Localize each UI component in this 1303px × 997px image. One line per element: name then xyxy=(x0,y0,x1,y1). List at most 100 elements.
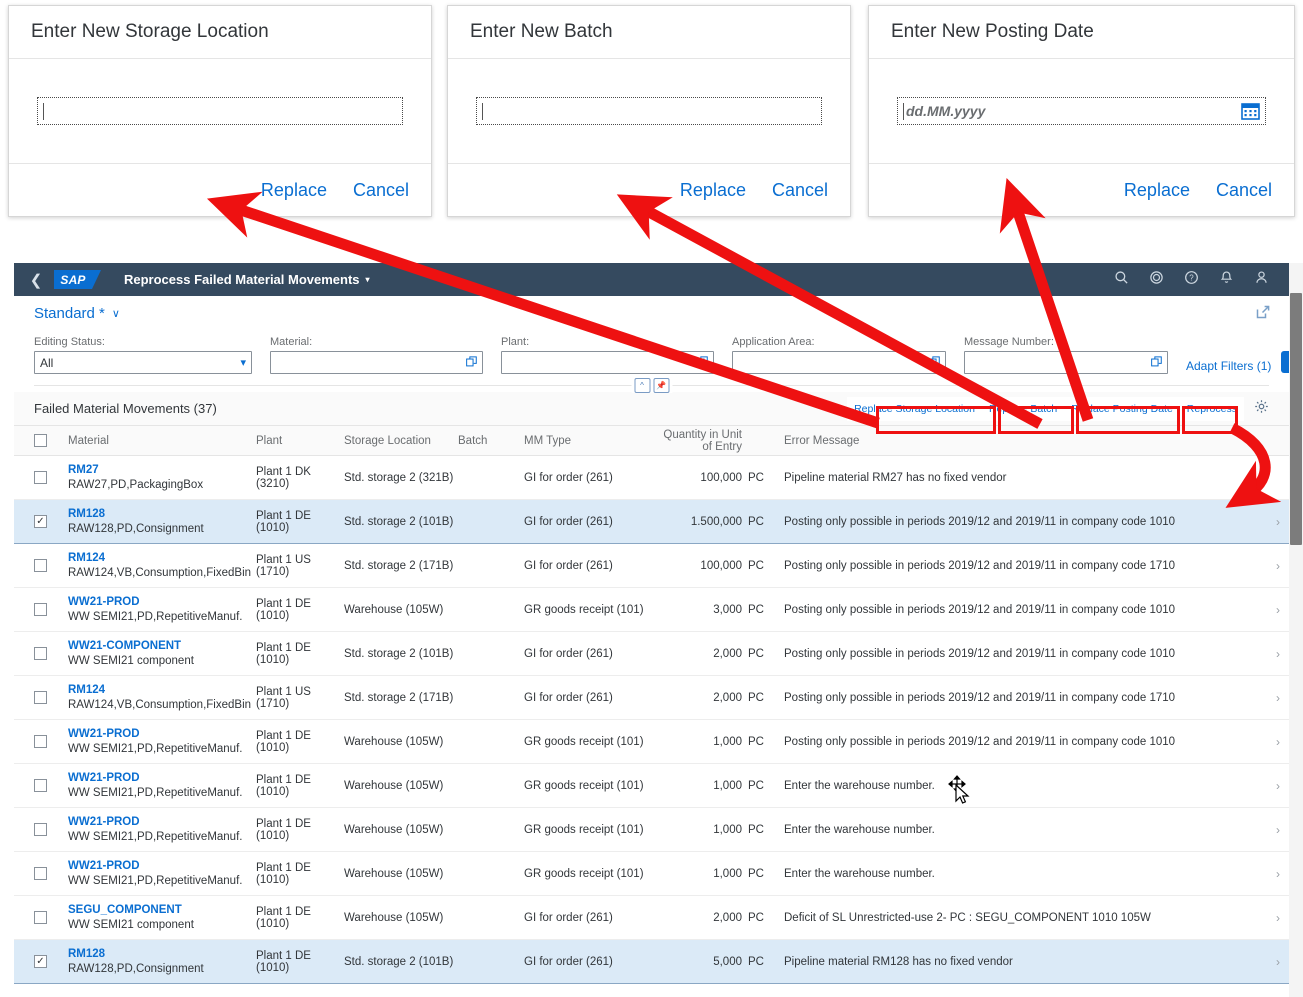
row-navigation-chevron-icon[interactable]: › xyxy=(1267,559,1289,573)
material-link[interactable]: WW21-PROD xyxy=(68,816,256,828)
vertical-scrollbar[interactable] xyxy=(1289,263,1303,997)
help-icon[interactable]: ? xyxy=(1184,270,1199,290)
row-navigation-chevron-icon[interactable]: › xyxy=(1267,867,1289,881)
select-all-checkbox[interactable] xyxy=(34,434,47,447)
cell-error-message: Enter the warehouse number. xyxy=(784,823,935,836)
cell-error-message: Posting only possible in periods 2019/12… xyxy=(784,735,1176,748)
value-help-icon[interactable] xyxy=(466,355,477,370)
cancel-button[interactable]: Cancel xyxy=(772,180,828,201)
row-navigation-chevron-icon[interactable]: › xyxy=(1267,647,1289,661)
material-link[interactable]: RM124 xyxy=(68,552,256,564)
column-header-mm-type[interactable]: MM Type xyxy=(524,435,662,447)
row-checkbox[interactable] xyxy=(34,823,47,836)
cancel-button[interactable]: Cancel xyxy=(353,180,409,201)
table-row[interactable]: WW21-PROD WW SEMI21,PD,RepetitiveManuf. Pl… xyxy=(14,764,1289,808)
row-navigation-chevron-icon[interactable]: › xyxy=(1267,779,1289,793)
material-link[interactable]: SEGU_COMPONENT xyxy=(68,904,256,916)
row-checkbox[interactable] xyxy=(34,559,47,572)
pin-icon[interactable]: 📌 xyxy=(653,378,669,393)
replace-storage-location-button[interactable]: Replace Storage Location xyxy=(847,396,982,421)
row-checkbox[interactable] xyxy=(34,471,47,484)
table-row[interactable]: ✓ RM128 RAW128,PD,Consignment Plant 1 DE (1… xyxy=(14,500,1289,544)
plant-input[interactable] xyxy=(501,351,714,374)
cancel-button[interactable]: Cancel xyxy=(1216,180,1272,201)
table-row[interactable]: ✓ RM128 RAW128,PD,Consignment Plant 1 DE (1… xyxy=(14,940,1289,984)
cell-error-message: Posting only possible in periods 2019/12… xyxy=(784,647,1176,660)
reprocess-button[interactable]: Reprocess xyxy=(1179,396,1244,421)
row-navigation-chevron-icon[interactable]: › xyxy=(1267,735,1289,749)
table-row[interactable]: RM124 RAW124,VB,Consumption,FixedBin Plant… xyxy=(14,544,1289,588)
table-row[interactable]: WW21-COMPONENT WW SEMI21 component Plant 1… xyxy=(14,632,1289,676)
gear-icon[interactable] xyxy=(1254,399,1269,419)
row-checkbox-cell xyxy=(34,471,68,484)
notifications-icon[interactable] xyxy=(1219,270,1234,290)
material-input[interactable] xyxy=(270,351,483,374)
material-link[interactable]: RM27 xyxy=(68,464,256,476)
column-header-storage-location[interactable]: Storage Location xyxy=(344,435,458,447)
storage-location-input[interactable] xyxy=(37,97,403,125)
value-help-icon[interactable] xyxy=(1151,355,1162,370)
scrollbar-thumb[interactable] xyxy=(1290,293,1302,545)
row-checkbox[interactable] xyxy=(34,735,47,748)
material-link[interactable]: RM128 xyxy=(68,948,256,960)
row-navigation-chevron-icon[interactable]: › xyxy=(1267,911,1289,925)
cell-unit: PC xyxy=(748,735,764,748)
column-header-quantity[interactable]: Quantity in Unit of Entry xyxy=(662,429,748,453)
row-navigation-chevron-icon[interactable]: › xyxy=(1267,603,1289,617)
row-navigation-chevron-icon[interactable]: › xyxy=(1267,691,1289,705)
table-row[interactable]: RM27 RAW27,PD,PackagingBox Plant 1 DK (321… xyxy=(14,456,1289,500)
table-row[interactable]: SEGU_COMPONENT WW SEMI21 component Plant 1… xyxy=(14,896,1289,940)
message-number-input[interactable] xyxy=(964,351,1168,374)
material-link[interactable]: WW21-PROD xyxy=(68,860,256,872)
row-navigation-chevron-icon[interactable]: › xyxy=(1267,823,1289,837)
row-checkbox[interactable]: ✓ xyxy=(34,955,47,968)
chevron-up-icon[interactable]: ^ xyxy=(634,378,650,393)
back-chevron-icon[interactable]: ❮ xyxy=(26,271,46,289)
column-header-error-message[interactable]: Error Message xyxy=(778,435,1267,447)
material-link[interactable]: RM128 xyxy=(68,508,256,520)
column-header-plant[interactable]: Plant xyxy=(256,435,344,447)
table-row[interactable]: WW21-PROD WW SEMI21,PD,RepetitiveManuf. Pl… xyxy=(14,720,1289,764)
search-icon[interactable] xyxy=(1114,270,1129,290)
row-checkbox[interactable] xyxy=(34,779,47,792)
value-help-icon[interactable] xyxy=(929,355,940,370)
copilot-icon[interactable] xyxy=(1149,270,1164,290)
app-title[interactable]: Reprocess Failed Material Movements ▾ xyxy=(124,272,370,287)
cell-error-message: Pipeline material RM128 has no fixed ven… xyxy=(784,955,1013,968)
replace-button[interactable]: Replace xyxy=(1124,180,1190,201)
editing-status-select[interactable]: All ▾ xyxy=(34,351,252,374)
row-navigation-chevron-icon[interactable]: › xyxy=(1267,515,1289,529)
row-checkbox[interactable] xyxy=(34,867,47,880)
material-link[interactable]: WW21-PROD xyxy=(68,596,256,608)
column-header-material[interactable]: Material xyxy=(68,435,256,447)
replace-posting-date-button[interactable]: Replace Posting Date xyxy=(1064,396,1180,421)
posting-date-input[interactable] xyxy=(897,97,1266,125)
cell-quantity: 1.500,000 xyxy=(690,515,742,528)
share-icon[interactable] xyxy=(1255,304,1271,325)
column-header-batch[interactable]: Batch xyxy=(458,435,524,447)
replace-button[interactable]: Replace xyxy=(680,180,746,201)
user-icon[interactable] xyxy=(1254,270,1269,290)
row-checkbox[interactable] xyxy=(34,691,47,704)
replace-button[interactable]: Replace xyxy=(261,180,327,201)
table-row[interactable]: WW21-PROD WW SEMI21,PD,RepetitiveManuf. Pl… xyxy=(14,808,1289,852)
material-link[interactable]: RM124 xyxy=(68,684,256,696)
table-row[interactable]: WW21-PROD WW SEMI21,PD,RepetitiveManuf. Pl… xyxy=(14,852,1289,896)
adapt-filters-button[interactable]: Adapt Filters (1) xyxy=(1186,359,1271,373)
table-row[interactable]: RM124 RAW124,VB,Consumption,FixedBin Plant… xyxy=(14,676,1289,720)
replace-batch-button[interactable]: Replace Batch xyxy=(981,396,1065,421)
row-checkbox[interactable] xyxy=(34,911,47,924)
value-help-icon[interactable] xyxy=(697,355,708,370)
row-checkbox[interactable] xyxy=(34,603,47,616)
row-navigation-chevron-icon[interactable]: › xyxy=(1267,955,1289,969)
row-checkbox[interactable]: ✓ xyxy=(34,515,47,528)
table-row[interactable]: WW21-PROD WW SEMI21,PD,RepetitiveManuf. Pl… xyxy=(14,588,1289,632)
material-link[interactable]: WW21-PROD xyxy=(68,772,256,784)
variant-selector[interactable]: Standard * ∨ xyxy=(34,305,120,322)
application-area-input[interactable] xyxy=(732,351,946,374)
material-link[interactable]: WW21-PROD xyxy=(68,728,256,740)
batch-input[interactable] xyxy=(476,97,822,125)
row-checkbox[interactable] xyxy=(34,647,47,660)
calendar-icon[interactable] xyxy=(1241,102,1260,120)
material-link[interactable]: WW21-COMPONENT xyxy=(68,640,256,652)
